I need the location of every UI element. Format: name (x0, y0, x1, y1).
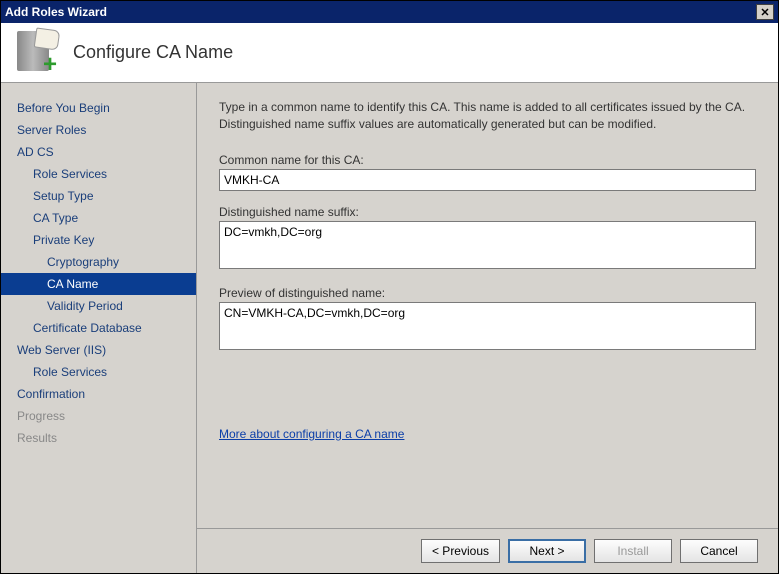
previous-button[interactable]: < Previous (421, 539, 500, 563)
nav-web-server-iis[interactable]: Web Server (IIS) (1, 339, 196, 361)
common-name-label: Common name for this CA: (219, 153, 756, 167)
wizard-header: + Configure CA Name (1, 23, 778, 83)
nav-server-roles[interactable]: Server Roles (1, 119, 196, 141)
nav-progress: Progress (1, 405, 196, 427)
nav-results: Results (1, 427, 196, 449)
dn-suffix-input[interactable]: DC=vmkh,DC=org (219, 221, 756, 269)
titlebar: Add Roles Wizard ✕ (1, 1, 778, 23)
nav-ca-name[interactable]: CA Name (1, 273, 196, 295)
wizard-content: Type in a common name to identify this C… (197, 83, 778, 573)
nav-certificate-database[interactable]: Certificate Database (1, 317, 196, 339)
next-button[interactable]: Next > (508, 539, 586, 563)
wizard-sidebar: Before You Begin Server Roles AD CS Role… (1, 83, 197, 573)
preview-output: CN=VMKH-CA,DC=vmkh,DC=org (219, 302, 756, 350)
wizard-icon: + (15, 29, 63, 77)
nav-cryptography[interactable]: Cryptography (1, 251, 196, 273)
common-name-input[interactable] (219, 169, 756, 191)
cancel-button[interactable]: Cancel (680, 539, 758, 563)
wizard-footer: < Previous Next > Install Cancel (197, 528, 778, 573)
nav-iis-role-services[interactable]: Role Services (1, 361, 196, 383)
close-button[interactable]: ✕ (756, 4, 774, 20)
scroll-icon (34, 27, 61, 50)
dn-suffix-label: Distinguished name suffix: (219, 205, 756, 219)
preview-label: Preview of distinguished name: (219, 286, 756, 300)
nav-validity-period[interactable]: Validity Period (1, 295, 196, 317)
close-icon: ✕ (760, 6, 769, 19)
nav-setup-type[interactable]: Setup Type (1, 185, 196, 207)
nav-before-you-begin[interactable]: Before You Begin (1, 97, 196, 119)
install-button: Install (594, 539, 672, 563)
nav-ad-cs[interactable]: AD CS (1, 141, 196, 163)
plus-icon: + (43, 57, 63, 77)
nav-ca-type[interactable]: CA Type (1, 207, 196, 229)
nav-confirmation[interactable]: Confirmation (1, 383, 196, 405)
window-title: Add Roles Wizard (5, 5, 756, 19)
nav-role-services[interactable]: Role Services (1, 163, 196, 185)
nav-private-key[interactable]: Private Key (1, 229, 196, 251)
intro-text: Type in a common name to identify this C… (219, 99, 756, 133)
more-info-link[interactable]: More about configuring a CA name (219, 427, 404, 441)
page-title: Configure CA Name (73, 42, 233, 63)
